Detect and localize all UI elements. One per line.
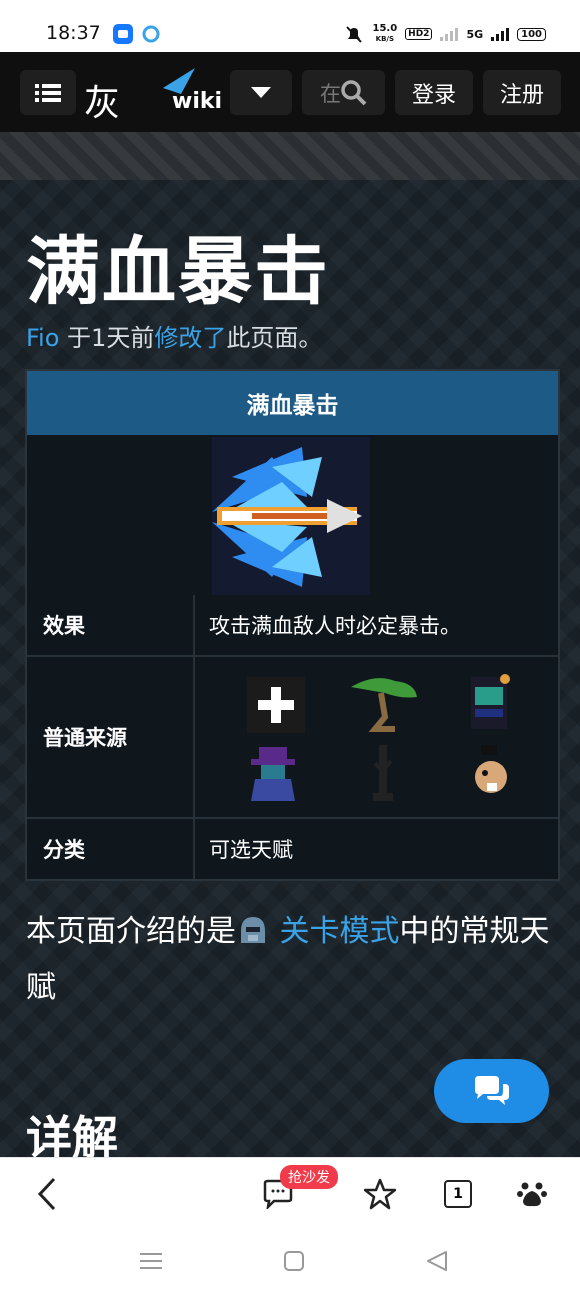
signal-icon bbox=[440, 27, 459, 41]
infobox-image-row bbox=[27, 435, 558, 595]
infobox-row-source: 普通来源 bbox=[27, 655, 558, 817]
dropdown-button[interactable] bbox=[230, 70, 292, 115]
system-navigation-bar bbox=[0, 1229, 580, 1297]
recent-apps-icon[interactable] bbox=[140, 1251, 162, 1271]
signal-icon-2 bbox=[491, 27, 510, 41]
network-speed: 15.0 KB/S bbox=[372, 23, 398, 44]
infobox-row-effect: 效果 攻击满血敌人时必定暴击。 bbox=[27, 595, 558, 655]
editor-link[interactable]: Fio bbox=[26, 324, 59, 352]
category-value[interactable]: 可选天赋 bbox=[195, 819, 558, 879]
heal-cross-icon[interactable] bbox=[247, 677, 305, 733]
search-icon bbox=[341, 79, 367, 105]
infobox-header: 满血暴击 bbox=[27, 371, 558, 435]
comment-badge: 抢沙发 bbox=[280, 1165, 338, 1189]
intro-prefix: 本页面介绍的是 bbox=[26, 914, 236, 949]
arcade-machine-icon[interactable] bbox=[467, 673, 511, 731]
infobox-row-category: 分类 可选天赋 bbox=[27, 817, 558, 879]
main-content: 满血暴击 Fio 于1天前修改了此页面。 满血暴击 效果 攻击满血敌人时必定暴击… bbox=[0, 132, 580, 1157]
network-type: 5G bbox=[466, 27, 484, 41]
tabs-count: 1 bbox=[444, 1180, 472, 1208]
star-icon bbox=[364, 1178, 396, 1210]
bonsai-tree-icon[interactable] bbox=[345, 673, 421, 733]
login-button[interactable]: 登录 bbox=[395, 70, 473, 115]
tabs-button[interactable]: 1 bbox=[443, 1176, 473, 1212]
status-bar: 18:37 15.0 KB/S HD2 5G 100 bbox=[0, 0, 580, 52]
baidu-paw-icon bbox=[517, 1182, 547, 1207]
dead-tree-icon[interactable] bbox=[365, 743, 401, 803]
header-pattern bbox=[0, 132, 580, 180]
source-label: 普通来源 bbox=[27, 657, 195, 817]
battery-icon: 100 bbox=[517, 27, 546, 41]
hamster-merchant-icon[interactable] bbox=[469, 743, 513, 803]
comments-fab[interactable] bbox=[434, 1059, 549, 1123]
effect-label: 效果 bbox=[27, 595, 195, 655]
register-button[interactable]: 注册 bbox=[483, 70, 561, 115]
back-arrow-icon bbox=[37, 1177, 56, 1211]
source-icons bbox=[195, 657, 558, 817]
status-time: 18:37 bbox=[46, 22, 101, 44]
search-button[interactable]: 在 bbox=[302, 70, 385, 115]
level-mode-link[interactable]: 关卡模式 bbox=[280, 914, 400, 949]
back-nav-icon[interactable] bbox=[426, 1250, 448, 1272]
app-notification-icon bbox=[113, 24, 133, 44]
infobox: 满血暴击 效果 攻击满血敌人时必定暴击。 普通来源 分类 可选天赋 bbox=[25, 369, 560, 881]
baidu-button[interactable] bbox=[514, 1176, 550, 1212]
talent-image[interactable] bbox=[212, 437, 370, 595]
category-label: 分类 bbox=[27, 819, 195, 879]
favorite-button[interactable] bbox=[362, 1176, 398, 1212]
home-icon[interactable] bbox=[283, 1250, 305, 1272]
hd-badge: HD2 bbox=[405, 28, 433, 40]
page-title: 满血暴击 bbox=[26, 229, 330, 315]
edit-info: Fio 于1天前修改了此页面。 bbox=[26, 318, 322, 353]
menu-icon bbox=[35, 83, 61, 102]
chat-bubbles-icon bbox=[474, 1076, 509, 1105]
edit-diff-link[interactable]: 修改了 bbox=[154, 324, 226, 352]
section-heading: 详解 bbox=[26, 1111, 118, 1157]
wizard-merchant-icon[interactable] bbox=[247, 743, 299, 803]
edit-time: 于1天前 bbox=[59, 324, 155, 352]
back-button[interactable] bbox=[32, 1176, 62, 1212]
effect-value: 攻击满血敌人时必定暴击。 bbox=[209, 614, 461, 638]
menu-button[interactable] bbox=[20, 70, 76, 115]
mute-bell-icon bbox=[346, 26, 363, 43]
intro-paragraph: 本页面介绍的是 关卡模式中的常规天赋 bbox=[26, 904, 556, 1016]
status-right: 15.0 KB/S HD2 5G 100 bbox=[344, 24, 546, 44]
caret-down-icon bbox=[251, 86, 271, 98]
edit-suffix: 此页面。 bbox=[226, 324, 323, 352]
browser-notification-icon bbox=[141, 24, 161, 44]
search-placeholder: 在 bbox=[320, 81, 341, 106]
logo-wiki-text: wiki bbox=[172, 89, 223, 114]
knight-helmet-icon bbox=[241, 917, 265, 943]
